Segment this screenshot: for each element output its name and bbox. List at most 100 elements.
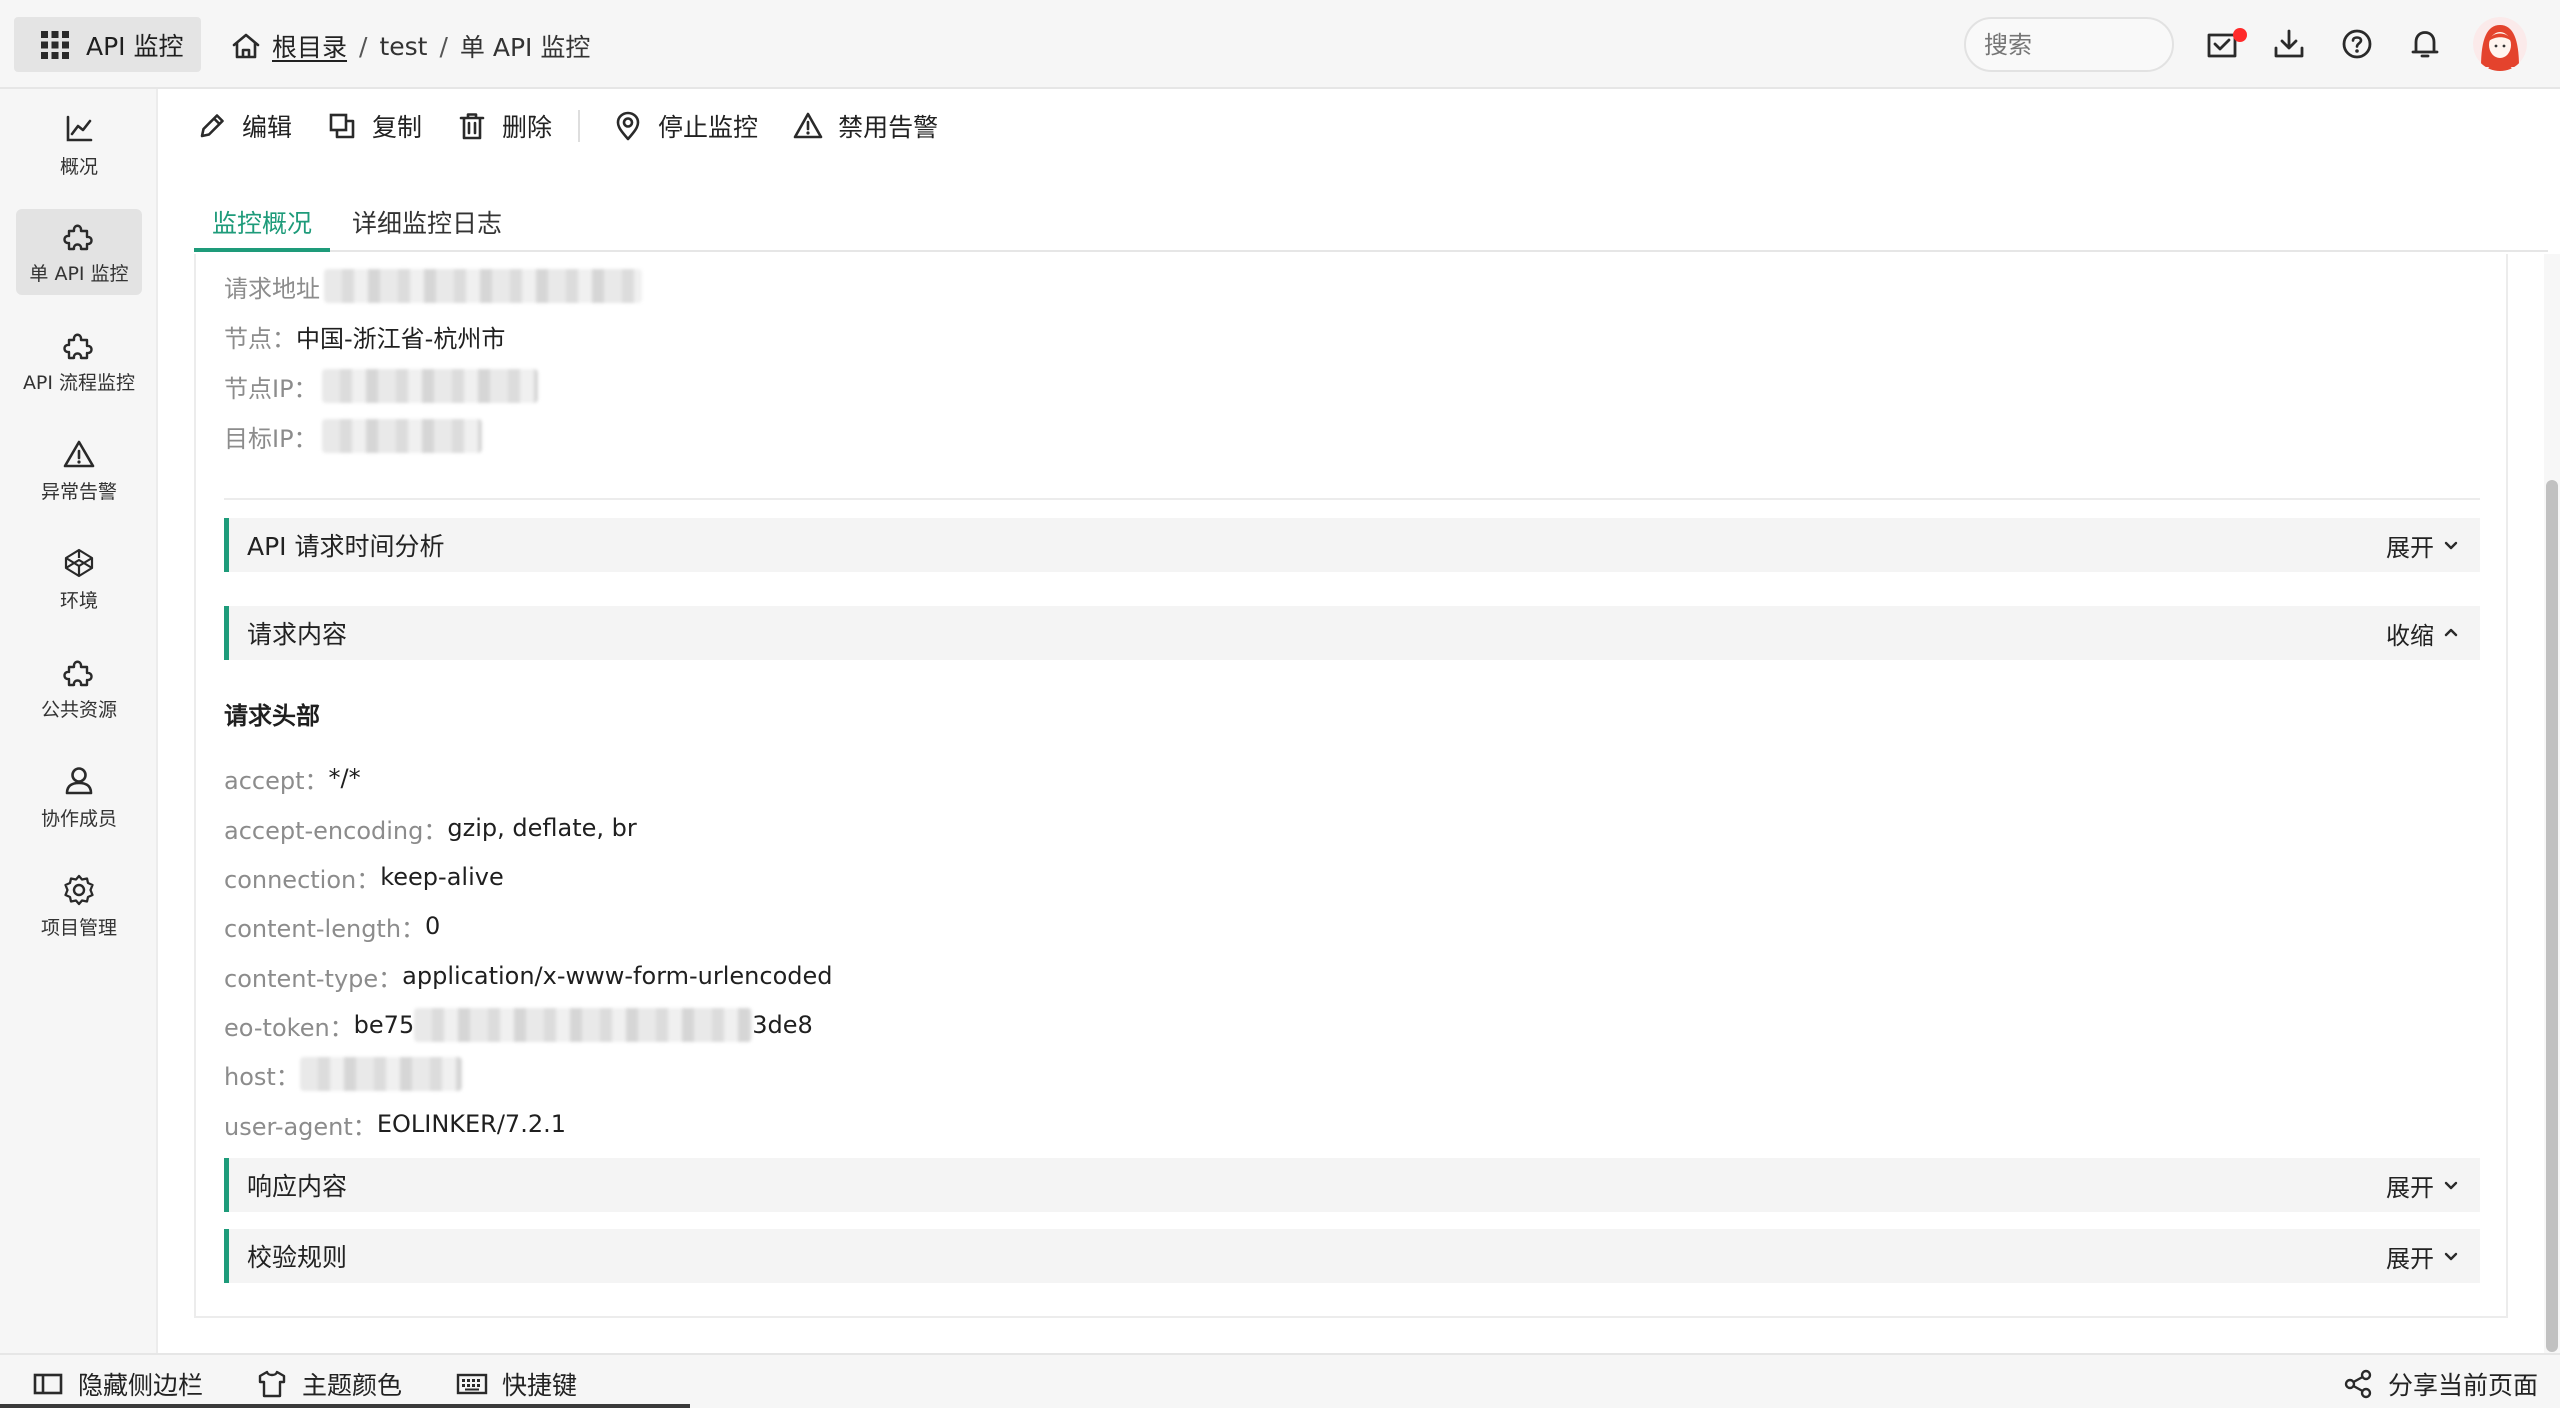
disable-alert-button[interactable]: 禁用告警 — [792, 108, 938, 144]
chevron-down-icon — [2444, 541, 2458, 550]
top-bar: API 监控 根目录 / test / 单 API 监控 — [0, 0, 2560, 89]
user-icon — [65, 766, 93, 794]
sidebar-item-public-resources[interactable]: 公共资源 — [16, 645, 142, 731]
header-key: accept： — [224, 766, 329, 795]
section-title: 请求内容 — [247, 620, 348, 649]
toolbar-divider — [578, 110, 581, 142]
section-validation-rules[interactable]: 校验规则 展开 — [224, 1229, 2480, 1283]
redacted-value — [321, 419, 482, 453]
header-row: eo-token： be75 3de8 — [224, 1007, 813, 1043]
scrollbar-thumb[interactable] — [2546, 480, 2558, 1352]
header-value-suffix: 3de8 — [752, 1011, 813, 1039]
location-pin-icon — [616, 111, 640, 141]
header-key: host： — [224, 1062, 300, 1091]
avatar[interactable] — [2473, 17, 2527, 71]
theme-color-button[interactable]: 主题颜色 — [256, 1367, 402, 1401]
node-value: 中国-浙江省-杭州市 — [296, 324, 506, 353]
node-label: 节点： — [224, 324, 296, 353]
pencil-icon — [200, 114, 224, 138]
request-headers-title: 请求头部 — [224, 702, 320, 730]
sidebar-icon — [33, 1373, 63, 1395]
collapse-toggle[interactable]: 收缩 — [2386, 606, 2460, 660]
section-response-content[interactable]: 响应内容 展开 — [224, 1158, 2480, 1212]
help-icon[interactable] — [2339, 26, 2375, 62]
chart-line-icon — [66, 115, 93, 141]
copy-button[interactable]: 复制 — [326, 108, 422, 144]
sidebar-item-single-api[interactable]: 单 API 监控 — [16, 209, 142, 295]
expand-toggle[interactable]: 展开 — [2386, 1158, 2460, 1212]
bottom-edge-line — [0, 1404, 690, 1408]
delete-button[interactable]: 删除 — [456, 108, 552, 144]
header-key: connection： — [224, 865, 381, 894]
bell-icon[interactable] — [2407, 26, 2443, 62]
bottom-bar: 隐藏侧边栏 主题颜色 快捷键 分享当前页面 — [0, 1353, 2560, 1408]
header-key: accept-encoding： — [224, 816, 448, 845]
puzzle-icon — [63, 660, 93, 686]
divider — [224, 498, 2480, 500]
tab-bar: 监控概况 详细监控日志 — [194, 200, 2548, 252]
shortcuts-button[interactable]: 快捷键 — [456, 1367, 577, 1401]
disable-alert-label: 禁用告警 — [838, 113, 939, 142]
expand-toggle[interactable]: 展开 — [2386, 518, 2460, 572]
expand-toggle[interactable]: 展开 — [2386, 1229, 2460, 1283]
header-value: keep-alive — [380, 863, 504, 891]
request-url-row: 请求地址 — [224, 268, 642, 304]
target-ip-row: 目标IP： — [224, 418, 482, 454]
breadcrumb-separator: / — [359, 31, 368, 61]
breadcrumb-item-current: 单 API 监控 — [459, 33, 591, 62]
header-row: user-agent： EOLINKER/7.2.1 — [224, 1106, 566, 1142]
sidebar-item-project-settings[interactable]: 项目管理 — [16, 863, 142, 949]
sidebar-item-label: 异常告警 — [40, 480, 117, 503]
toggle-label: 收缩 — [2386, 621, 2434, 650]
node-ip-row: 节点IP： — [224, 368, 538, 404]
header-value: EOLINKER/7.2.1 — [376, 1110, 566, 1138]
header-value: 0 — [425, 912, 441, 940]
header-key: eo-token： — [224, 1013, 354, 1042]
grid-icon — [41, 30, 69, 59]
breadcrumb-item-test[interactable]: test — [379, 32, 427, 61]
share-page-button[interactable]: 分享当前页面 — [2342, 1367, 2538, 1401]
header-value-prefix: be75 — [353, 1011, 415, 1039]
section-request-content[interactable]: 请求内容 收缩 — [224, 606, 2480, 660]
tab-monitor-overview[interactable]: 监控概况 — [194, 200, 331, 252]
sidebar-item-members[interactable]: 协作成员 — [16, 754, 142, 840]
keyboard-icon — [456, 1373, 488, 1395]
header-key: content-length： — [224, 914, 426, 943]
redacted-value — [299, 1057, 462, 1091]
breadcrumb-root-link[interactable]: 根目录 — [272, 28, 347, 64]
copy-label: 复制 — [372, 113, 423, 142]
sidebar-item-label: 概况 — [59, 155, 98, 178]
copy-icon — [329, 113, 355, 139]
redacted-value — [321, 369, 538, 403]
redacted-value — [414, 1008, 753, 1042]
stop-monitor-button[interactable]: 停止监控 — [612, 108, 758, 144]
hide-sidebar-label: 隐藏侧边栏 — [78, 1371, 204, 1400]
tab-detailed-logs[interactable]: 详细监控日志 — [334, 200, 520, 252]
shirt-icon — [258, 1370, 286, 1398]
sidebar-item-environment[interactable]: 环境 — [16, 536, 142, 622]
app-switcher-button[interactable]: API 监控 — [14, 17, 201, 72]
gear-icon — [64, 874, 94, 905]
node-row: 节点： 中国-浙江省-杭州市 — [224, 318, 505, 354]
share-icon — [2344, 1369, 2372, 1399]
home-icon[interactable] — [230, 30, 262, 62]
header-key: content-type： — [224, 964, 403, 993]
warning-icon — [793, 112, 823, 139]
header-value: gzip, deflate, br — [447, 814, 637, 842]
codepen-icon — [64, 548, 94, 577]
sidebar-item-label: 公共资源 — [40, 698, 117, 721]
stop-monitor-label: 停止监控 — [658, 113, 759, 142]
chevron-down-icon — [2444, 1252, 2458, 1261]
sidebar-item-alerts[interactable]: 异常告警 — [16, 427, 142, 513]
sidebar-item-api-flow[interactable]: API 流程监控 — [16, 318, 142, 404]
notification-badge — [2233, 28, 2247, 42]
section-timing-analysis[interactable]: API 请求时间分析 展开 — [224, 518, 2480, 572]
edit-button[interactable]: 编辑 — [196, 108, 292, 144]
download-icon[interactable] — [2271, 26, 2307, 62]
search-input[interactable] — [1964, 17, 2174, 72]
hide-sidebar-button[interactable]: 隐藏侧边栏 — [32, 1367, 203, 1401]
chevron-up-icon — [2444, 628, 2458, 637]
sidebar-item-overview[interactable]: 概况 — [16, 102, 142, 188]
edit-label: 编辑 — [242, 113, 293, 142]
header-row: connection： keep-alive — [224, 859, 504, 895]
